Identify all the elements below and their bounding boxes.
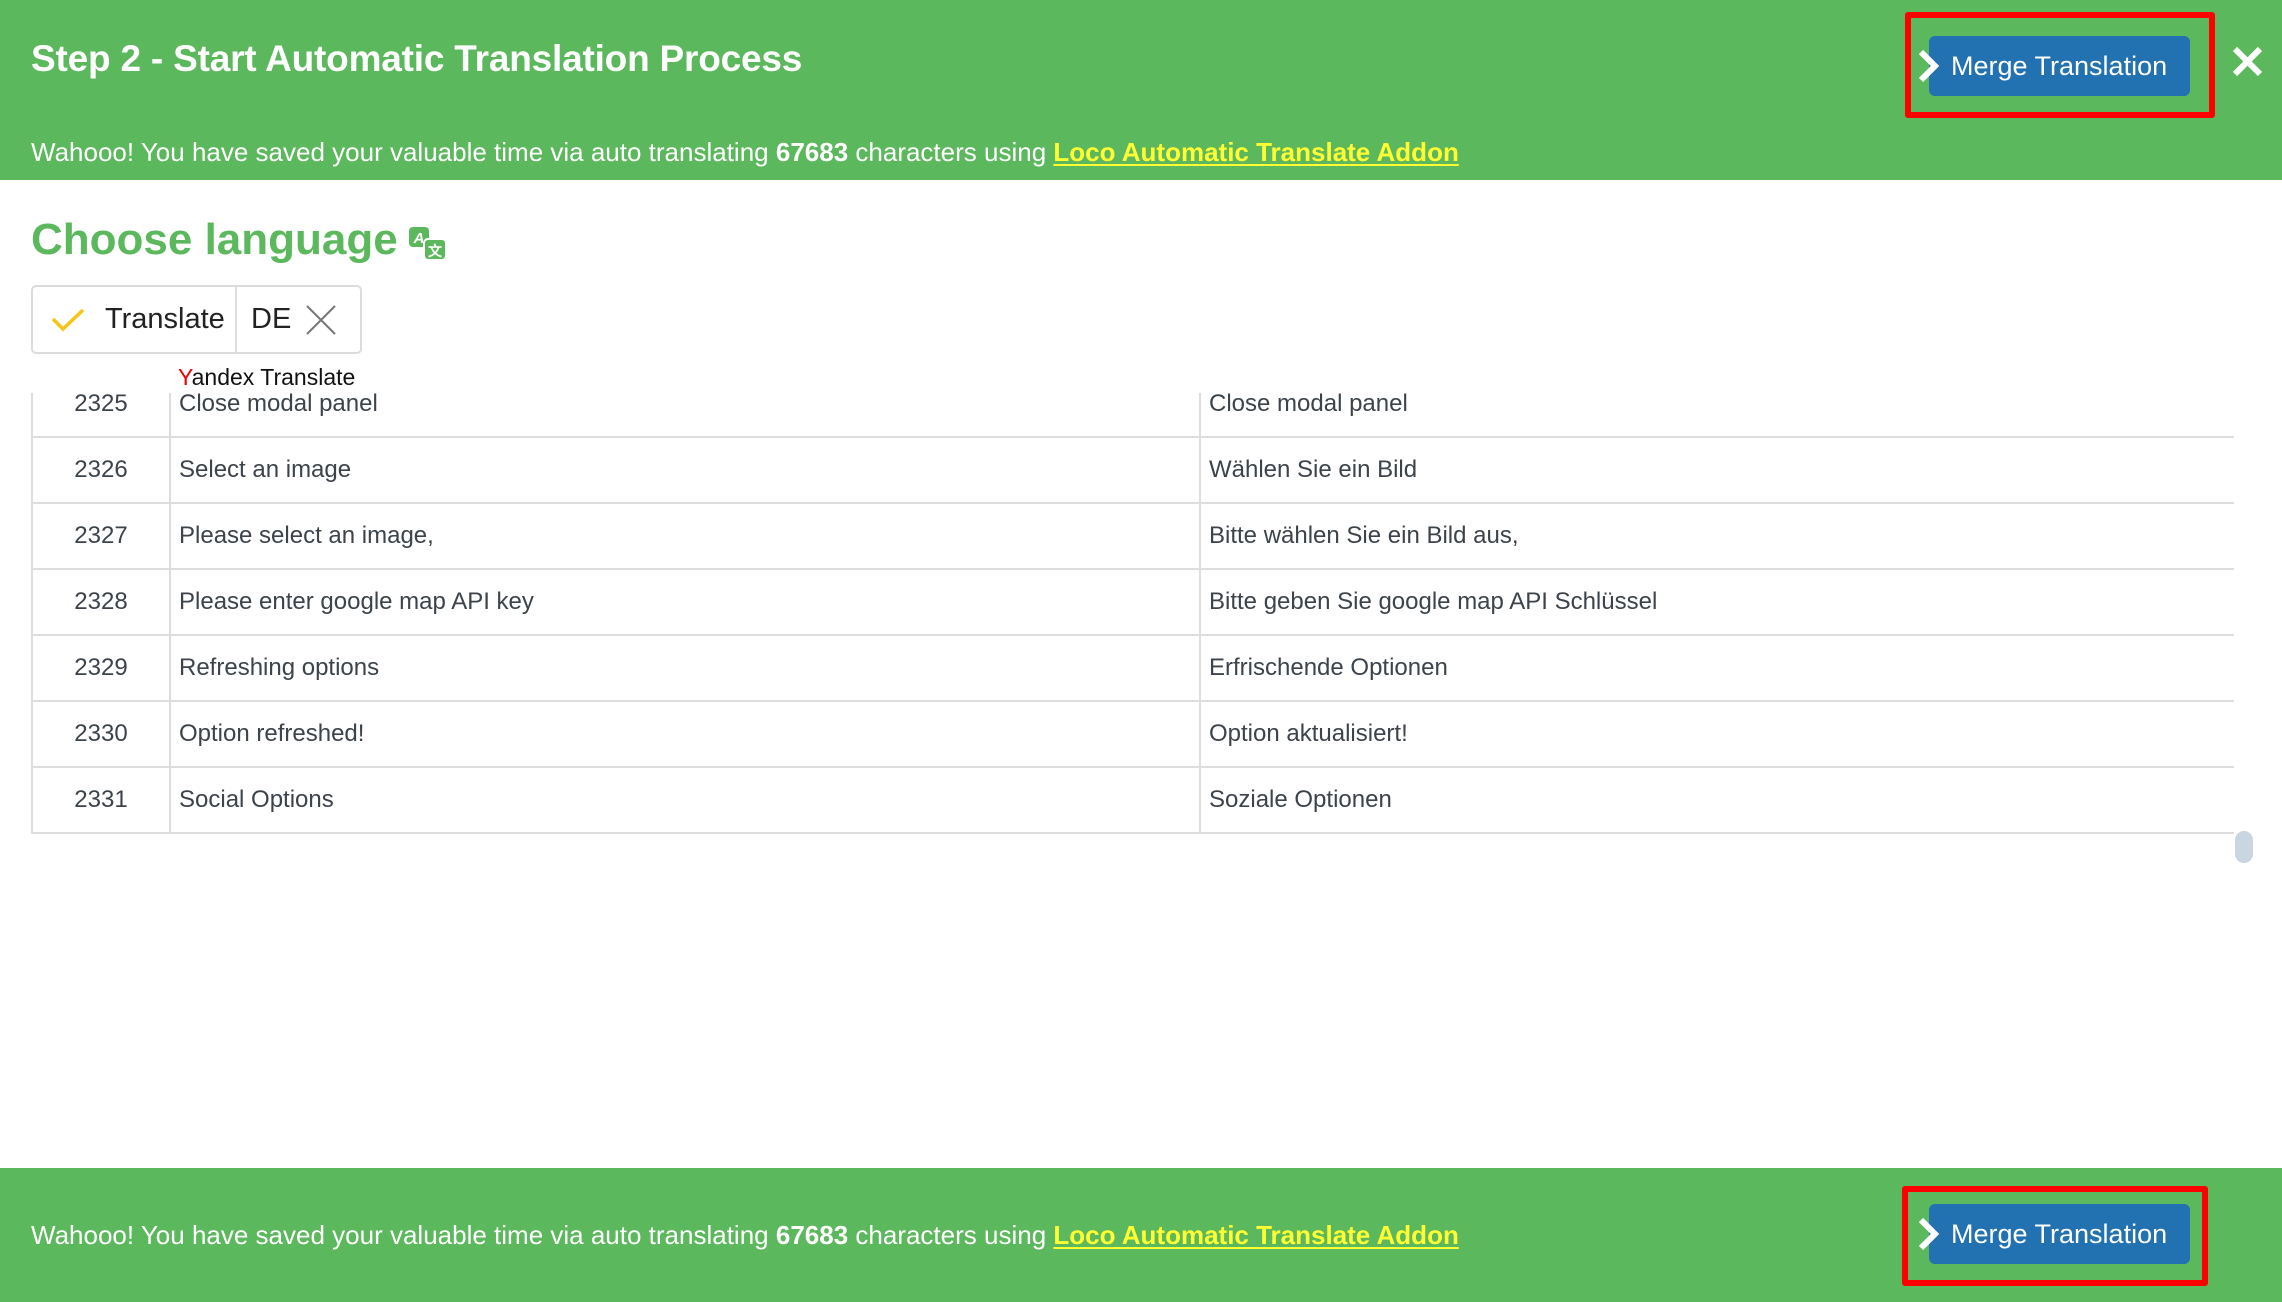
yandex-credit-text: andex Translate xyxy=(191,364,356,390)
table-row: 2331 Social Options Soziale Optionen xyxy=(31,766,2234,834)
merge-label: Merge Translation xyxy=(1951,51,2168,81)
yandex-translate-credit: Yandex Translate xyxy=(178,364,355,391)
source-text: Please select an image, xyxy=(169,502,1201,570)
translated-text: Close modal panel xyxy=(1199,393,2234,438)
yandex-logo-letter: Y xyxy=(178,364,192,390)
source-text: Option refreshed! xyxy=(169,700,1201,768)
chevron-right-icon xyxy=(1918,49,1940,83)
merge-translation-button-top[interactable]: Merge Translation xyxy=(1918,36,2190,96)
table-row: 2327 Please select an image, Bitte wählen … xyxy=(31,502,2234,570)
row-number: 2331 xyxy=(31,766,171,834)
close-icon[interactable] xyxy=(2231,45,2264,78)
table-row: 2325 Close modal panel Close modal panel xyxy=(31,393,2234,438)
language-selector[interactable]: DE xyxy=(237,287,360,352)
strings-table: 2325 Close modal panel Close modal panel 23… xyxy=(31,393,2234,834)
row-number: 2326 xyxy=(31,436,171,504)
savings-middle: characters using xyxy=(848,137,1054,167)
translate-label: Translate xyxy=(105,303,225,335)
savings-prefix: Wahooo! You have saved your valuable tim… xyxy=(31,1220,776,1250)
table-row: 2330 Option refreshed! Option aktualisiert… xyxy=(31,700,2234,768)
addon-link[interactable]: Loco Automatic Translate Addon xyxy=(1053,137,1458,167)
translated-text: Bitte wählen Sie ein Bild aus, xyxy=(1199,502,2234,570)
source-text: Please enter google map API key xyxy=(169,568,1201,636)
addon-link[interactable]: Loco Automatic Translate Addon xyxy=(1053,1220,1458,1250)
table-row: 2326 Select an image Wählen Sie ein Bild xyxy=(31,436,2234,504)
clear-language-icon[interactable] xyxy=(305,304,337,336)
row-number: 2329 xyxy=(31,634,171,702)
yandex-translate-widget: Translate DE xyxy=(31,285,362,354)
source-text: Select an image xyxy=(169,436,1201,504)
source-text: Social Options xyxy=(169,766,1201,834)
source-text: Refreshing options xyxy=(169,634,1201,702)
translate-language-icon: A 文 xyxy=(408,227,447,261)
scrollbar-thumb[interactable] xyxy=(2235,831,2253,863)
savings-message: Wahooo! You have saved your valuable tim… xyxy=(31,137,1459,168)
row-number: 2328 xyxy=(31,568,171,636)
source-text: Close modal panel xyxy=(169,393,1201,438)
merge-translation-button-bottom[interactable]: Merge Translation xyxy=(1918,1204,2190,1264)
savings-message-footer: Wahooo! You have saved your valuable tim… xyxy=(31,1220,1459,1251)
translated-text: Wählen Sie ein Bild xyxy=(1199,436,2234,504)
strings-table-container: 2325 Close modal panel Close modal panel 23… xyxy=(31,393,2234,863)
choose-language-title: Choose language xyxy=(31,215,398,264)
translated-text: Option aktualisiert! xyxy=(1199,700,2234,768)
svg-text:文: 文 xyxy=(428,243,443,260)
row-number: 2330 xyxy=(31,700,171,768)
translated-text: Erfrischende Optionen xyxy=(1199,634,2234,702)
table-row: 2329 Refreshing options Erfrischende Optio… xyxy=(31,634,2234,702)
merge-label: Merge Translation xyxy=(1951,1219,2168,1249)
translate-button[interactable]: Translate xyxy=(33,287,237,352)
target-language: DE xyxy=(251,303,292,335)
choose-language-heading: Choose language A 文 xyxy=(31,215,448,265)
savings-prefix: Wahooo! You have saved your valuable tim… xyxy=(31,137,776,167)
translated-text: Bitte geben Sie google map API Schlüssel xyxy=(1199,568,2234,636)
savings-middle: characters using xyxy=(848,1220,1054,1250)
row-number: 2325 xyxy=(31,393,171,438)
translated-text: Soziale Optionen xyxy=(1199,766,2234,834)
chevron-right-icon xyxy=(1918,1217,1940,1251)
character-count: 67683 xyxy=(775,1220,849,1250)
row-number: 2327 xyxy=(31,502,171,570)
table-row: 2328 Please enter google map API key Bitte… xyxy=(31,568,2234,636)
step-title: Step 2 - Start Automatic Translation Pro… xyxy=(31,38,803,79)
checkmark-icon xyxy=(51,308,85,331)
modal-header: Step 2 - Start Automatic Translation Pro… xyxy=(0,0,2282,180)
svg-text:A: A xyxy=(412,230,424,247)
character-count: 67683 xyxy=(775,137,849,167)
